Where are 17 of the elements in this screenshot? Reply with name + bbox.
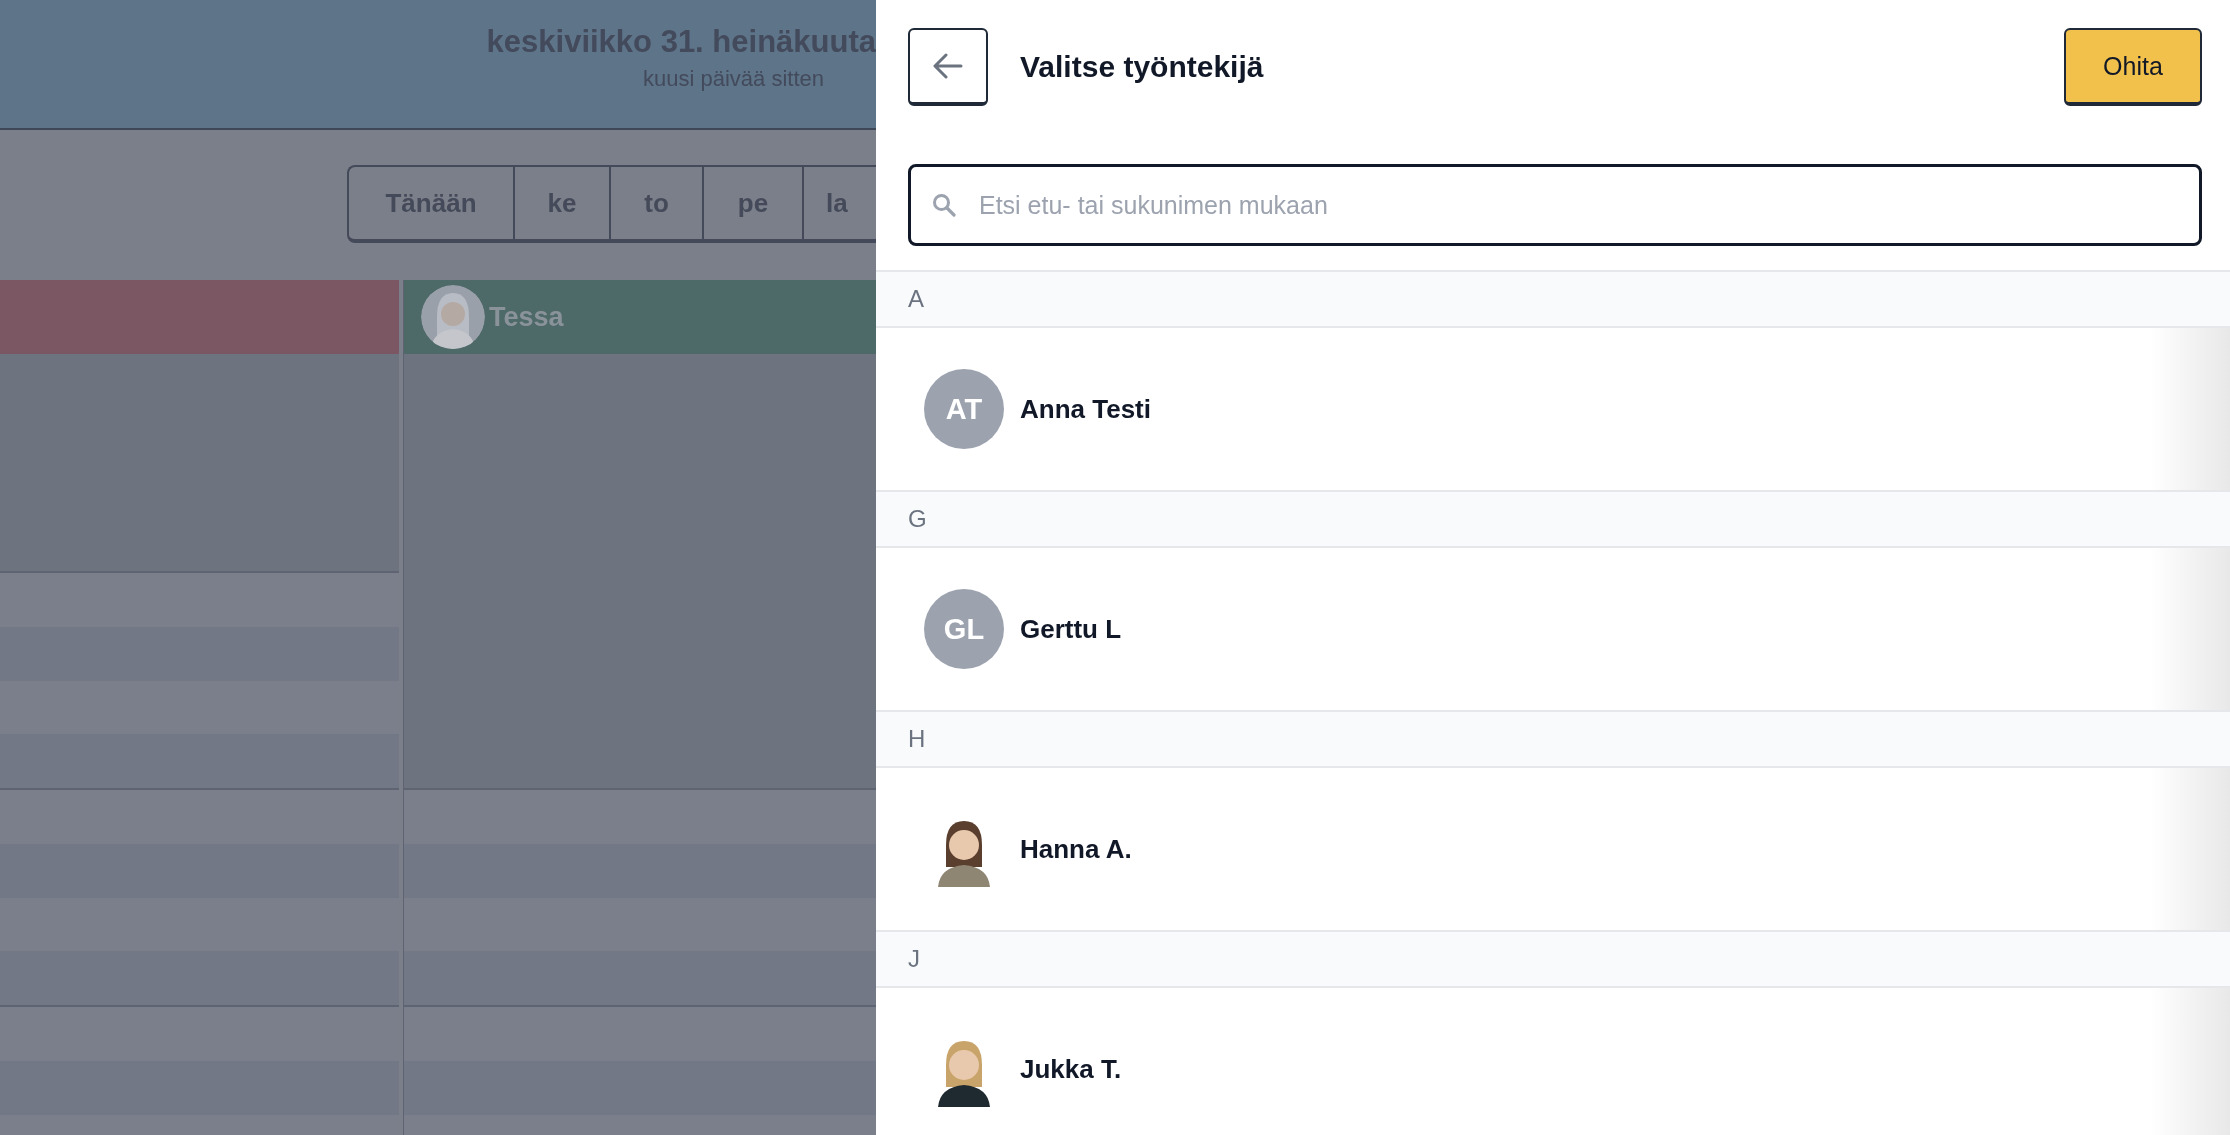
employee-name: Anna Testi — [1020, 393, 1151, 425]
back-button[interactable] — [908, 28, 988, 106]
initials-avatar: GL — [924, 589, 1004, 669]
section-letter: G — [908, 505, 927, 533]
back-arrow-icon — [933, 53, 963, 79]
employee-name: Tessa — [489, 301, 564, 333]
employee-name: Hanna A. — [1020, 833, 1132, 865]
section-letter: A — [908, 285, 924, 313]
section-letter: J — [908, 945, 920, 973]
panel-title: Valitse työntekijä — [1020, 50, 1265, 84]
skip-button[interactable]: Ohita — [2064, 28, 2202, 106]
search-icon — [932, 193, 956, 217]
search-field[interactable]: Etsi etu- tai sukunimen mukaan — [908, 164, 2202, 246]
employee-name: Jukka T. — [1020, 1053, 1122, 1085]
employee-name: Gerttu L — [1020, 613, 1122, 645]
section-letter: H — [908, 725, 926, 753]
initials-avatar: AT — [924, 369, 1004, 449]
